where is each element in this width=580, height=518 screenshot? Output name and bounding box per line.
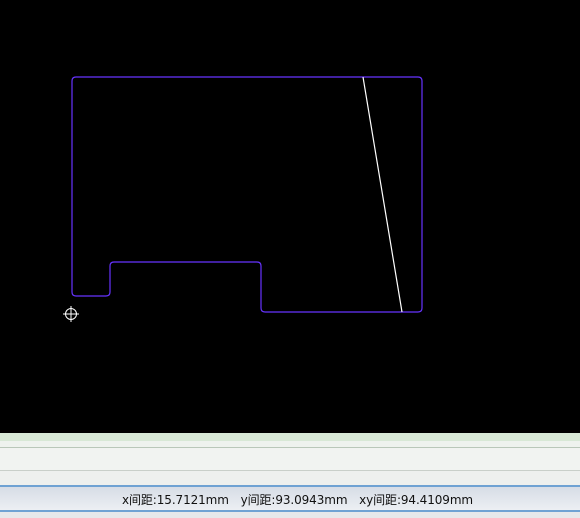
bottom-edge: [0, 512, 580, 518]
status-bar: x间距:15.7121mm y间距:93.0943mm xy间距:94.4109…: [0, 485, 580, 512]
cut-line[interactable]: [362, 76, 403, 313]
crosshair-circle-icon: [63, 306, 79, 322]
info-strip: [0, 471, 580, 485]
panel-divider: [0, 433, 580, 441]
drawing-canvas[interactable]: [0, 0, 580, 433]
canvas-svg: [63, 76, 423, 322]
command-area: [0, 448, 580, 471]
y-distance-readout: y间距:93.0943mm: [240, 493, 348, 507]
toolbar-strip: [0, 441, 580, 448]
part-outline[interactable]: [71, 76, 423, 313]
xy-distance-readout: xy间距:94.4109mm: [359, 493, 474, 507]
status-readout: x间距:15.7121mm y间距:93.0943mm xy间距:94.4109…: [122, 491, 481, 508]
x-distance-readout: x间距:15.7121mm: [122, 493, 229, 507]
